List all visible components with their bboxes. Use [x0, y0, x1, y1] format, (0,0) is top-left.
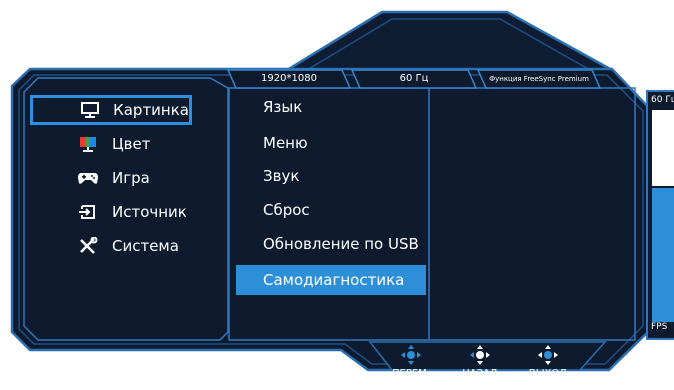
sub-menu-item-self-diagnosis[interactable]: Самодиагностика [236, 265, 426, 295]
nav-move: ПЕРЕМ. [381, 344, 441, 379]
nav-back-label: НАЗАД [462, 368, 498, 379]
joystick-exit-icon [538, 345, 558, 365]
sub-menu-item-sound[interactable]: Звук [236, 161, 426, 191]
nav-exit-label: ВЫХОД [528, 368, 568, 379]
info-tab-refresh-rate: 60 Гц [360, 70, 468, 88]
tools-icon [76, 237, 100, 255]
main-menu-item-picture[interactable]: Картинка [30, 95, 192, 125]
color-palette-icon [76, 135, 100, 153]
side-panel-blue-area [652, 188, 674, 322]
info-tab-freesync: Функция FreeSync Premium [484, 70, 594, 88]
main-menu-label: Система [112, 237, 179, 255]
main-menu-item-system[interactable]: Система [30, 231, 192, 261]
main-menu-item-source[interactable]: Источник [30, 197, 192, 227]
side-panel: 60 Гц FPS [646, 90, 674, 340]
side-panel-bottom-label: FPS [651, 322, 668, 332]
resolution-text: 1920*1080 [261, 73, 317, 84]
main-menu-label: Цвет [112, 135, 151, 153]
sub-menu-item-usb-update[interactable]: Обновление по USB [236, 229, 426, 259]
main-menu-item-game[interactable]: Игра [30, 163, 192, 193]
gamepad-icon [76, 170, 100, 186]
refresh-rate-text: 60 Гц [399, 73, 429, 84]
sub-menu-item-reset[interactable]: Сброс [236, 195, 426, 225]
monitor-icon [79, 101, 101, 119]
freesync-text: Функция FreeSync Premium [489, 75, 589, 83]
main-menu-item-color[interactable]: Цвет [30, 129, 192, 159]
main-menu-label: Игра [112, 169, 150, 187]
side-panel-white-area [652, 110, 674, 186]
nav-exit: ВЫХОД [518, 344, 578, 379]
joystick-move-icon [401, 345, 421, 365]
main-menu-label: Картинка [113, 101, 189, 119]
input-source-icon [76, 203, 100, 221]
sub-menu-item-menu[interactable]: Меню [236, 128, 426, 158]
nav-back: НАЗАД [450, 344, 510, 379]
info-tab-resolution: 1920*1080 [236, 70, 342, 88]
side-panel-top-label: 60 Гц [651, 95, 674, 105]
nav-move-label: ПЕРЕМ. [392, 368, 430, 379]
joystick-back-icon [470, 345, 490, 365]
sub-menu-item-language[interactable]: Язык [236, 92, 426, 122]
main-menu-label: Источник [112, 203, 187, 221]
